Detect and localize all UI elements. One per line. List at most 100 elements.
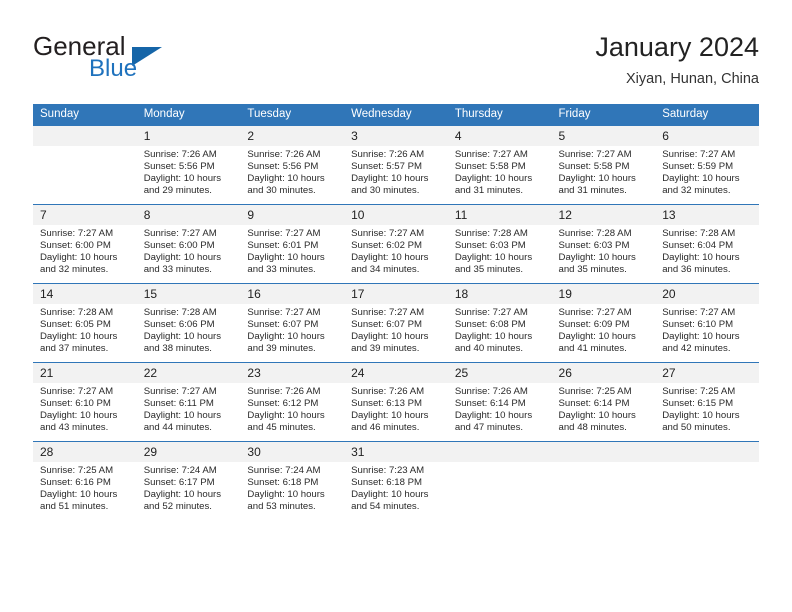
day-details: Sunrise: 7:28 AM Sunset: 6:03 PM Daylight:… xyxy=(448,225,552,276)
day-number: 8 xyxy=(136,205,241,225)
calendar-day-cell[interactable]: 16 Sunrise: 7:27 AM Sunset: 6:07 PM Dayligh… xyxy=(240,283,345,363)
daylight-text-line2: and 31 minutes. xyxy=(454,185,524,197)
sunrise-text: Sunrise: 7:28 AM xyxy=(40,307,114,318)
calendar-day-cell[interactable]: 26 Sunrise: 7:25 AM Sunset: 6:14 PM Dayligh… xyxy=(551,362,656,442)
daylight-text-line1: Daylight: 10 hours xyxy=(40,252,118,264)
sunset-text: Sunset: 6:14 PM xyxy=(558,398,630,410)
sunrise-text: Sunrise: 7:27 AM xyxy=(454,149,528,160)
calendar-day-cell[interactable]: 12 Sunrise: 7:28 AM Sunset: 6:03 PM Dayligh… xyxy=(551,204,656,284)
page-header: General Blue January 2024 Xiyan, Hunan, … xyxy=(33,30,759,92)
daylight-text-line2: and 53 minutes. xyxy=(247,501,316,513)
brand-logo[interactable]: General Blue xyxy=(33,32,263,88)
page-subtitle: Xiyan, Hunan, China xyxy=(626,71,759,87)
calendar-day-cell[interactable]: 10 Sunrise: 7:27 AM Sunset: 6:02 PM Dayligh… xyxy=(344,204,448,284)
calendar-day-cell[interactable]: 22 Sunrise: 7:27 AM Sunset: 6:11 PM Dayligh… xyxy=(136,362,241,442)
calendar-day-cell[interactable]: 9 Sunrise: 7:27 AM Sunset: 6:01 PM Daylight… xyxy=(240,204,345,284)
sunset-text: Sunset: 6:15 PM xyxy=(662,398,734,410)
calendar-day-cell[interactable]: 14 Sunrise: 7:28 AM Sunset: 6:05 PM Dayligh… xyxy=(33,283,137,363)
calendar-day-cell[interactable]: 7 Sunrise: 7:27 AM Sunset: 6:00 PM Daylight… xyxy=(33,204,137,284)
sunset-text: Sunset: 6:04 PM xyxy=(662,240,734,252)
sunrise-text: Sunrise: 7:27 AM xyxy=(558,307,632,318)
daylight-text-line2: and 32 minutes. xyxy=(40,264,109,276)
calendar-day-cell[interactable]: 4 Sunrise: 7:27 AM Sunset: 5:58 PM Daylight… xyxy=(447,125,552,205)
sunrise-text: Sunrise: 7:27 AM xyxy=(662,149,736,160)
day-number: 1 xyxy=(136,126,241,146)
calendar-day-cell[interactable]: 20 Sunrise: 7:27 AM Sunset: 6:10 PM Dayligh… xyxy=(655,283,759,363)
day-details: Sunrise: 7:26 AM Sunset: 6:12 PM Daylight:… xyxy=(240,383,344,434)
day-number: 18 xyxy=(447,284,552,304)
day-number: 19 xyxy=(551,284,656,304)
sunrise-text: Sunrise: 7:24 AM xyxy=(247,465,321,476)
calendar-day-cell[interactable]: 28 Sunrise: 7:25 AM Sunset: 6:16 PM Dayligh… xyxy=(33,441,137,520)
weekday-header-monday: Monday xyxy=(136,104,241,126)
sunrise-text: Sunrise: 7:25 AM xyxy=(558,386,632,397)
daylight-text-line1: Daylight: 10 hours xyxy=(143,173,222,185)
daylight-text-line1: Daylight: 10 hours xyxy=(143,331,222,343)
calendar-day-cell[interactable]: 13 Sunrise: 7:28 AM Sunset: 6:04 PM Dayligh… xyxy=(655,204,759,284)
day-number xyxy=(447,442,552,462)
day-details: Sunrise: 7:26 AM Sunset: 5:56 PM Daylight:… xyxy=(240,146,344,197)
calendar-day-cell[interactable]: 1 Sunrise: 7:26 AM Sunset: 5:56 PM Daylight… xyxy=(136,125,241,205)
calendar-week-row: 28 Sunrise: 7:25 AM Sunset: 6:16 PM Dayligh… xyxy=(33,441,759,520)
daylight-text-line1: Daylight: 10 hours xyxy=(143,252,222,264)
calendar-week-row: 14 Sunrise: 7:28 AM Sunset: 6:05 PM Dayligh… xyxy=(33,283,759,363)
daylight-text-line1: Daylight: 10 hours xyxy=(351,489,429,501)
daylight-text-line1: Daylight: 10 hours xyxy=(454,331,533,343)
sunrise-text: Sunrise: 7:25 AM xyxy=(662,386,736,397)
sunset-text: Sunset: 6:06 PM xyxy=(143,319,215,331)
day-details: Sunrise: 7:25 AM Sunset: 6:15 PM Daylight:… xyxy=(655,383,759,434)
calendar-day-cell-empty xyxy=(33,125,137,205)
day-details: Sunrise: 7:27 AM Sunset: 6:08 PM Daylight:… xyxy=(448,304,552,355)
daylight-text-line2: and 50 minutes. xyxy=(662,422,731,434)
calendar-day-cell[interactable]: 6 Sunrise: 7:27 AM Sunset: 5:59 PM Daylight… xyxy=(655,125,759,205)
calendar-day-cell[interactable]: 21 Sunrise: 7:27 AM Sunset: 6:10 PM Dayligh… xyxy=(33,362,137,442)
daylight-text-line1: Daylight: 10 hours xyxy=(662,173,740,185)
daylight-text-line2: and 37 minutes. xyxy=(40,343,109,355)
calendar-day-cell[interactable]: 23 Sunrise: 7:26 AM Sunset: 6:12 PM Dayligh… xyxy=(240,362,345,442)
calendar-day-cell[interactable]: 31 Sunrise: 7:23 AM Sunset: 6:18 PM Dayligh… xyxy=(344,441,448,520)
calendar-day-cell[interactable]: 19 Sunrise: 7:27 AM Sunset: 6:09 PM Dayligh… xyxy=(551,283,656,363)
calendar-day-cell[interactable]: 2 Sunrise: 7:26 AM Sunset: 5:56 PM Daylight… xyxy=(240,125,345,205)
day-details: Sunrise: 7:28 AM Sunset: 6:04 PM Daylight:… xyxy=(655,225,759,276)
daylight-text-line1: Daylight: 10 hours xyxy=(662,331,740,343)
calendar-day-cell[interactable]: 15 Sunrise: 7:28 AM Sunset: 6:06 PM Dayligh… xyxy=(136,283,241,363)
day-number xyxy=(655,442,759,462)
sunset-text: Sunset: 5:56 PM xyxy=(247,161,319,173)
daylight-text-line2: and 33 minutes. xyxy=(143,264,212,276)
day-number xyxy=(33,126,137,146)
sunrise-text: Sunrise: 7:27 AM xyxy=(247,228,321,239)
sunset-text: Sunset: 6:00 PM xyxy=(143,240,215,252)
day-details: Sunrise: 7:23 AM Sunset: 6:18 PM Daylight:… xyxy=(344,462,448,513)
calendar-page: General Blue January 2024 Xiyan, Hunan, … xyxy=(0,0,792,612)
sunrise-text: Sunrise: 7:26 AM xyxy=(454,386,528,397)
calendar-day-cell[interactable]: 11 Sunrise: 7:28 AM Sunset: 6:03 PM Dayligh… xyxy=(447,204,552,284)
sunrise-text: Sunrise: 7:25 AM xyxy=(40,465,114,476)
day-details: Sunrise: 7:27 AM Sunset: 5:58 PM Daylight:… xyxy=(448,146,552,197)
calendar-day-cell[interactable]: 18 Sunrise: 7:27 AM Sunset: 6:08 PM Dayligh… xyxy=(447,283,552,363)
day-details: Sunrise: 7:27 AM Sunset: 6:10 PM Daylight:… xyxy=(655,304,759,355)
day-details: Sunrise: 7:27 AM Sunset: 6:07 PM Daylight:… xyxy=(344,304,448,355)
calendar-day-cell[interactable]: 29 Sunrise: 7:24 AM Sunset: 6:17 PM Dayligh… xyxy=(136,441,241,520)
title-block: January 2024 Xiyan, Hunan, China xyxy=(595,30,759,90)
daylight-text-line2: and 30 minutes. xyxy=(351,185,420,197)
sunset-text: Sunset: 6:03 PM xyxy=(558,240,630,252)
day-details: Sunrise: 7:28 AM Sunset: 6:05 PM Daylight:… xyxy=(33,304,137,355)
day-details: Sunrise: 7:26 AM Sunset: 5:57 PM Daylight:… xyxy=(344,146,448,197)
daylight-text-line2: and 51 minutes. xyxy=(40,501,109,513)
weekday-header-friday: Friday xyxy=(551,104,656,126)
daylight-text-line1: Daylight: 10 hours xyxy=(351,252,429,264)
daylight-text-line1: Daylight: 10 hours xyxy=(40,489,118,501)
daylight-text-line1: Daylight: 10 hours xyxy=(247,331,325,343)
sunrise-text: Sunrise: 7:27 AM xyxy=(454,307,528,318)
calendar-day-cell[interactable]: 24 Sunrise: 7:26 AM Sunset: 6:13 PM Dayligh… xyxy=(344,362,448,442)
calendar-day-cell[interactable]: 3 Sunrise: 7:26 AM Sunset: 5:57 PM Daylight… xyxy=(344,125,448,205)
day-details: Sunrise: 7:26 AM Sunset: 6:13 PM Daylight:… xyxy=(344,383,448,434)
calendar-day-cell[interactable]: 5 Sunrise: 7:27 AM Sunset: 5:58 PM Daylight… xyxy=(551,125,656,205)
calendar-day-cell[interactable]: 8 Sunrise: 7:27 AM Sunset: 6:00 PM Daylight… xyxy=(136,204,241,284)
calendar-day-cell[interactable]: 25 Sunrise: 7:26 AM Sunset: 6:14 PM Dayligh… xyxy=(447,362,552,442)
calendar-day-cell[interactable]: 30 Sunrise: 7:24 AM Sunset: 6:18 PM Dayligh… xyxy=(240,441,345,520)
daylight-text-line2: and 34 minutes. xyxy=(351,264,420,276)
calendar-day-cell[interactable]: 17 Sunrise: 7:27 AM Sunset: 6:07 PM Dayligh… xyxy=(344,283,448,363)
sunset-text: Sunset: 5:57 PM xyxy=(351,161,423,173)
calendar-day-cell[interactable]: 27 Sunrise: 7:25 AM Sunset: 6:15 PM Dayligh… xyxy=(655,362,759,442)
